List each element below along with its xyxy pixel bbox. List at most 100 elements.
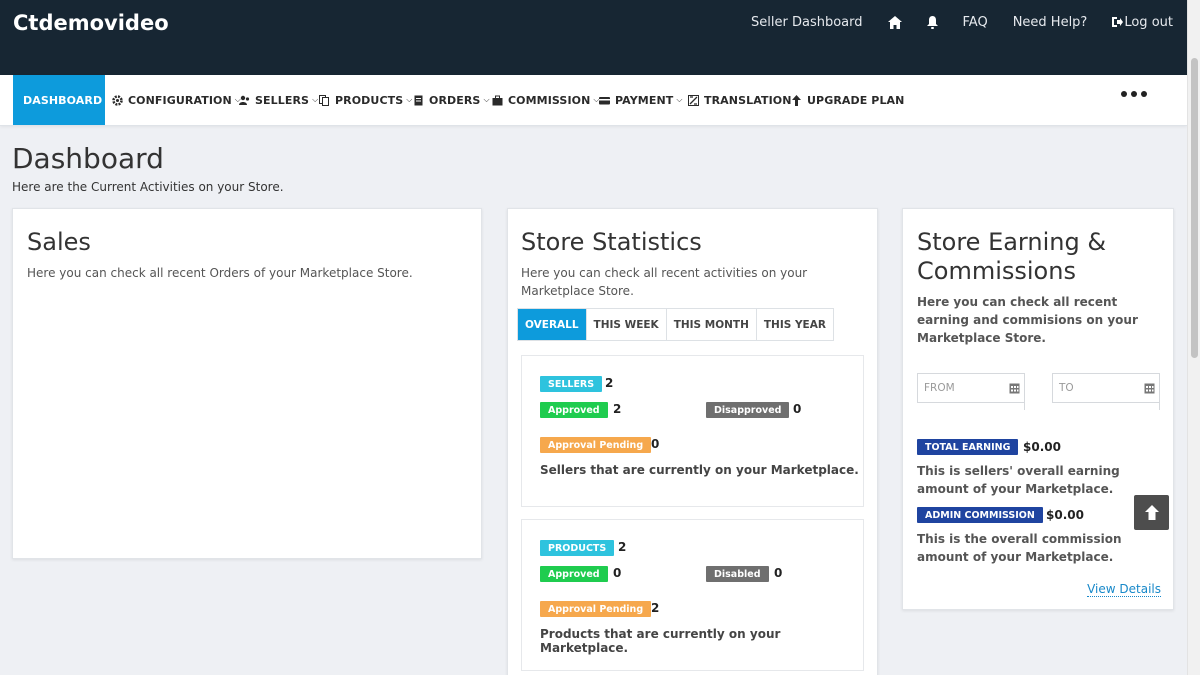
- briefcase-icon: [492, 95, 503, 105]
- main-nav: DASHBOARD CONFIGURATION ⌵ SELLERS ⌵ PROD…: [0, 75, 1187, 126]
- approved-badge: Approved: [540, 566, 608, 582]
- nav-configuration-label: CONFIGURATION: [128, 93, 232, 107]
- page-title: Dashboard: [12, 142, 164, 175]
- need-help-link[interactable]: Need Help?: [1013, 15, 1088, 30]
- stats-title: Store Statistics: [521, 228, 702, 256]
- approval-pending-badge: Approval Pending: [540, 437, 652, 453]
- logout-label: Log out: [1124, 14, 1173, 30]
- calendar-icon[interactable]: [1144, 382, 1155, 394]
- chevron-down-icon: ⌵: [312, 95, 319, 104]
- top-header: Ctdemovideo Seller Dashboard FAQ Need He…: [0, 0, 1187, 75]
- approval-pending-badge: Approval Pending: [540, 601, 652, 617]
- chevron-down-icon: ⌵: [483, 95, 490, 104]
- sellers-disapproved-count: 0: [793, 402, 802, 416]
- home-icon: [887, 15, 902, 29]
- nav-configuration[interactable]: CONFIGURATION ⌵: [112, 75, 241, 125]
- translate-icon: [688, 94, 699, 106]
- nav-products-label: PRODUCTS: [335, 93, 404, 107]
- sellers-approved-count: 2: [613, 402, 622, 416]
- view-details-link[interactable]: View Details: [1087, 582, 1161, 597]
- products-pending-count: 2: [651, 601, 660, 615]
- stats-period-tabs: OVERALL THIS WEEK THIS MONTH THIS YEAR: [517, 308, 834, 341]
- disabled-badge: Disabled: [706, 566, 769, 582]
- gear-icon: [112, 94, 123, 106]
- calendar-icon[interactable]: [1009, 382, 1020, 394]
- earning-title: Store Earning & Commissions: [917, 228, 1107, 285]
- store-statistics-card: Store Statistics Here you can check all …: [507, 208, 878, 675]
- logout-link[interactable]: Log out: [1112, 15, 1173, 30]
- bell-icon: [926, 15, 938, 29]
- tab-overall[interactable]: OVERALL: [518, 309, 586, 340]
- tab-this-week[interactable]: THIS WEEK: [585, 309, 666, 340]
- sales-card: Sales Here you can check all recent Orde…: [12, 208, 482, 559]
- sellers-pending-count: 0: [651, 437, 660, 451]
- products-disabled-count: 0: [774, 566, 783, 580]
- nav-translation-label: TRANSLATION: [704, 93, 792, 107]
- page-subtitle: Here are the Current Activities on your …: [12, 180, 284, 194]
- products-badge: PRODUCTS: [540, 540, 615, 556]
- scrollbar-thumb[interactable]: [1191, 58, 1198, 358]
- nav-payment-label: PAYMENT: [615, 93, 674, 107]
- total-earning-value: $0.00: [1023, 440, 1061, 454]
- field-edge: [1024, 374, 1025, 410]
- nav-translation[interactable]: TRANSLATION: [688, 75, 792, 125]
- top-links: Seller Dashboard FAQ Need Help? Log out: [751, 13, 1173, 31]
- copy-icon: [319, 94, 329, 106]
- page-scrollbar[interactable]: [1187, 0, 1200, 675]
- users-icon: [239, 95, 250, 105]
- sellers-count: 2: [605, 376, 614, 390]
- logout-icon: [1112, 17, 1124, 27]
- from-placeholder: FROM: [924, 382, 955, 394]
- notifications-button[interactable]: [926, 15, 938, 29]
- earning-description: Here you can check all recent earning an…: [917, 295, 1138, 345]
- products-approved-count: 0: [613, 566, 622, 580]
- to-date-field[interactable]: TO: [1052, 373, 1160, 410]
- nav-sellers[interactable]: SELLERS ⌵: [239, 75, 318, 125]
- more-dots-icon[interactable]: [1121, 91, 1147, 97]
- stats-description: Here you can check all recent activities…: [521, 266, 808, 298]
- file-icon: [414, 95, 423, 105]
- tab-this-month[interactable]: THIS MONTH: [665, 309, 756, 340]
- seller-dashboard-link[interactable]: Seller Dashboard: [751, 15, 862, 30]
- nav-upgrade-plan[interactable]: UPGRADE PLAN: [791, 75, 904, 125]
- sales-title: Sales: [27, 228, 91, 256]
- products-note: Products that are currently on your Mark…: [540, 627, 781, 655]
- sellers-note: Sellers that are currently on your Marke…: [540, 463, 859, 477]
- products-stats-box: PRODUCTS 2 Approved 0 Disabled 0 Approva…: [521, 519, 864, 671]
- disapproved-badge: Disapproved: [706, 402, 790, 418]
- products-count: 2: [618, 540, 627, 554]
- total-earning-note: This is sellers' overall earning amount …: [917, 464, 1120, 496]
- tab-this-year[interactable]: THIS YEAR: [755, 309, 833, 340]
- chevron-down-icon: ⌵: [406, 95, 413, 104]
- from-date-field[interactable]: FROM: [917, 373, 1025, 410]
- brand-title[interactable]: Ctdemovideo: [13, 11, 169, 35]
- sellers-badge: SELLERS: [540, 376, 603, 392]
- nav-dashboard[interactable]: DASHBOARD: [13, 75, 105, 125]
- sellers-stats-box: SELLERS 2 Approved 2 Disapproved 0 Appro…: [521, 355, 864, 507]
- sales-description: Here you can check all recent Orders of …: [27, 266, 413, 280]
- nav-upgrade-plan-label: UPGRADE PLAN: [807, 93, 905, 107]
- upgrade-icon: [792, 94, 801, 106]
- total-earning-badge: TOTAL EARNING: [917, 439, 1019, 455]
- chevron-down-icon: ⌵: [676, 95, 683, 104]
- nav-orders[interactable]: ORDERS ⌵: [413, 75, 490, 125]
- nav-commission-label: COMMISSION: [508, 93, 591, 107]
- arrow-up-icon: [1144, 505, 1159, 520]
- nav-products[interactable]: PRODUCTS ⌵: [319, 75, 412, 125]
- nav-commission[interactable]: COMMISSION ⌵: [492, 75, 600, 125]
- faq-link[interactable]: FAQ: [963, 15, 988, 30]
- store-earning-card: Store Earning & Commissions Here you can…: [902, 208, 1174, 610]
- nav-payment[interactable]: PAYMENT ⌵: [599, 75, 683, 125]
- nav-sellers-label: SELLERS: [255, 93, 310, 107]
- home-link[interactable]: [887, 15, 902, 29]
- admin-commission-value: $0.00: [1046, 508, 1084, 522]
- admin-commission-note: This is the overall commission amount of…: [917, 532, 1122, 564]
- admin-commission-badge: ADMIN COMMISSION: [917, 507, 1043, 523]
- scroll-to-top-button[interactable]: [1134, 495, 1169, 530]
- nav-dashboard-label: DASHBOARD: [23, 93, 103, 107]
- nav-orders-label: ORDERS: [429, 93, 481, 107]
- to-placeholder: TO: [1059, 382, 1074, 394]
- card-icon: [599, 96, 610, 104]
- field-edge: [1159, 374, 1160, 410]
- approved-badge: Approved: [540, 402, 608, 418]
